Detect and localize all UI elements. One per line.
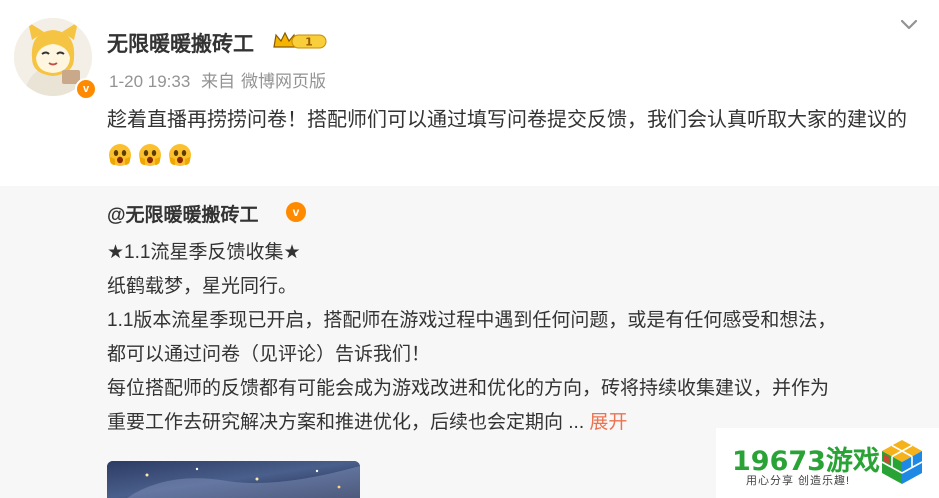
shocked-face-emoji-icon <box>167 141 193 167</box>
post-meta: 1-20 19:33 来自 微博网页版 <box>109 67 332 92</box>
post-body: 趁着直播再捞捞问卷！搭配师们可以通过填写问卷提交反馈，我们会认真听取大家的建议的 <box>107 102 927 174</box>
vip-crown-badge-icon[interactable]: 1 <box>272 29 328 53</box>
watermark-slogan: 用心分享 创造乐趣! <box>746 475 851 487</box>
expand-link[interactable]: 展开 <box>589 412 627 433</box>
repost-line: 每位搭配师的反馈都有可能会成为游戏改进和优化的方向，砖将持续收集建议，并作为 <box>107 378 830 399</box>
repost-author[interactable]: @无限暖暖搬砖工 <box>107 200 259 227</box>
repost-line: 纸鹤载梦，星光同行。 <box>107 276 298 297</box>
cube-logo-icon <box>878 438 926 486</box>
verified-badge-icon: v <box>75 78 97 100</box>
avatar[interactable]: v <box>14 18 97 100</box>
shocked-face-emoji-icon <box>137 141 163 167</box>
weibo-post: v 无限暖暖搬砖工 1 1-20 19:33 来自 微博网页版 趁着直播再捞捞问卷… <box>0 0 939 498</box>
shocked-face-emoji-icon <box>107 141 133 167</box>
post-timestamp[interactable]: 1-20 19:33 <box>109 72 190 91</box>
verified-badge-icon: v <box>286 202 306 222</box>
repost-line: 都可以通过问卷（见评论）告诉我们！ <box>107 344 431 365</box>
chevron-down-icon[interactable] <box>897 12 921 36</box>
vip-level-text: 1 <box>305 36 313 49</box>
source-prefix: 来自 <box>201 72 236 91</box>
repost-line: 1.1版本流星季现已开启，搭配师在游戏过程中遇到任何问题，或是有任何感受和想法， <box>107 310 837 331</box>
repost-image-thumbnail[interactable] <box>107 461 360 498</box>
post-source: 微博网页版 <box>241 72 327 91</box>
post-text: 趁着直播再捞捞问卷！搭配师们可以通过填写问卷提交反馈，我们会认真听取大家的建议的 <box>107 109 907 131</box>
repost-line: ★1.1流星季反馈收集★ <box>107 242 301 263</box>
repost-body: ★1.1流星季反馈收集★ 纸鹤载梦，星光同行。 1.1版本流星季现已开启，搭配师… <box>107 236 917 440</box>
site-watermark-logo: 19673游戏 用心分享 创造乐趣! <box>716 428 939 498</box>
repost-line: 重要工作去研究解决方案和推进优化，后续也会定期向 ... <box>107 412 585 433</box>
post-username[interactable]: 无限暖暖搬砖工 <box>107 28 254 58</box>
